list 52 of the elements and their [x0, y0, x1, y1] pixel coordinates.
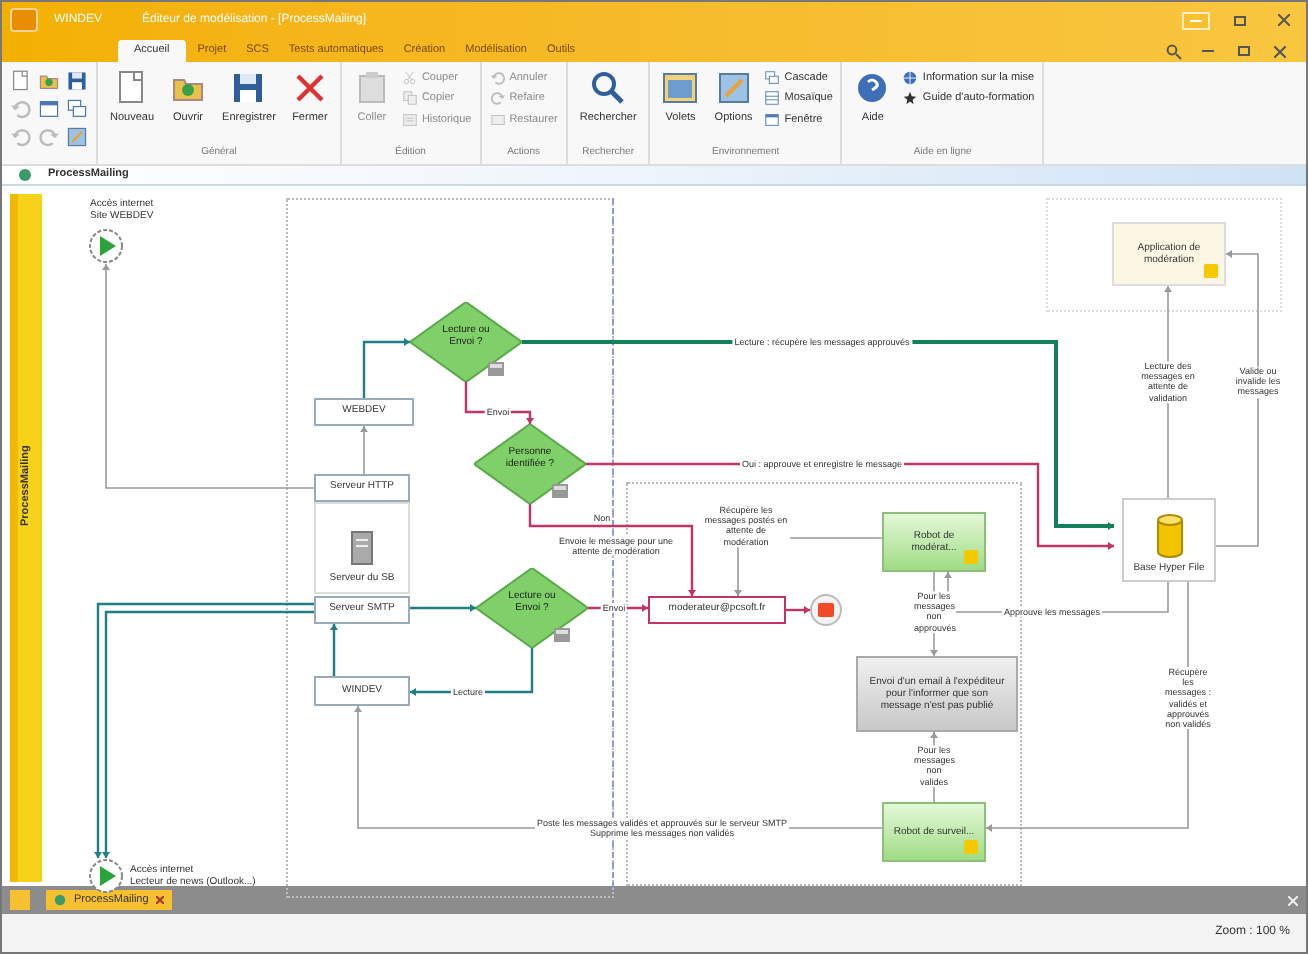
start-event-icon: [88, 228, 124, 264]
window-icon: [38, 98, 60, 120]
help-icon: [854, 70, 891, 106]
decision-diamond: [474, 424, 586, 504]
window-icon: [489, 111, 506, 128]
close-icon[interactable]: [156, 896, 165, 904]
end-event-icon: [810, 594, 842, 626]
cascade-icon: [66, 98, 88, 120]
note-icon: [1204, 264, 1218, 278]
doc-icon: [552, 484, 568, 498]
close-icon: [1278, 14, 1290, 26]
window-icon: [764, 111, 781, 128]
search-icon[interactable]: [1166, 43, 1182, 59]
options-icon: [715, 70, 752, 106]
tile-icon: [764, 90, 781, 107]
doc-icon: [554, 628, 570, 642]
decision-diamond: [410, 302, 522, 382]
restore-button[interactable]: [1234, 42, 1254, 60]
list-icon: [401, 111, 418, 128]
flow-arrow: [410, 604, 476, 612]
app-logo: [10, 8, 38, 32]
database-icon: [1155, 513, 1183, 557]
server-icon: [350, 529, 374, 565]
page-icon: [10, 70, 32, 92]
undo-icon: [10, 126, 32, 148]
note-icon: [964, 840, 978, 854]
note-icon: [964, 550, 978, 564]
copy-icon: [401, 90, 418, 107]
panels-icon: [662, 70, 699, 106]
process-icon: [18, 168, 32, 182]
undo-icon: [489, 70, 506, 87]
flow-arrow: [360, 425, 368, 475]
close-button[interactable]: [1270, 42, 1290, 60]
flow-arrow: [786, 606, 810, 614]
clipboard-icon: [353, 70, 390, 106]
redo-icon: [489, 90, 506, 107]
cascade-icon: [764, 70, 781, 87]
close-icon: [291, 70, 328, 106]
close-icon: [1274, 45, 1286, 57]
undo-icon: [10, 98, 32, 120]
options-icon: [66, 126, 88, 148]
process-icon: [54, 894, 66, 906]
flow-arrow: [330, 624, 338, 676]
scissors-icon: [401, 70, 418, 87]
globe-icon: [902, 70, 919, 87]
doc-icon: [488, 362, 504, 376]
search-icon: [590, 70, 627, 106]
folder-icon: [38, 70, 60, 92]
star-icon: [902, 90, 919, 107]
flow-arrow: [362, 338, 410, 398]
redo-icon: [38, 126, 60, 148]
decision-diamond: [476, 568, 588, 648]
